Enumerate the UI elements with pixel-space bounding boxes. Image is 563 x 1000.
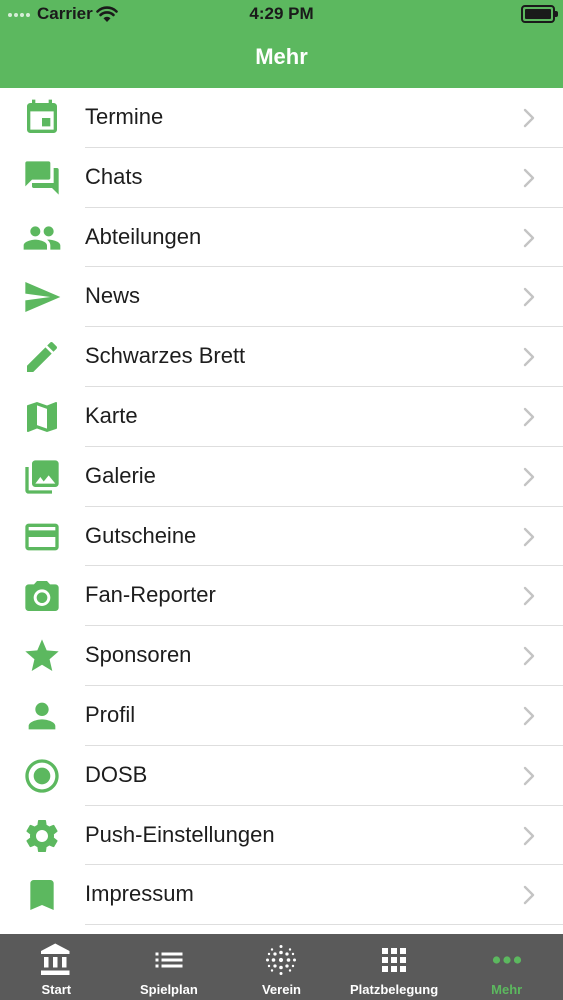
battery-icon: [521, 5, 558, 23]
menu-item-label: Termine: [85, 104, 164, 129]
calendar-icon: [22, 98, 62, 138]
tab-label: Verein: [261, 982, 301, 997]
chevron-right-icon: [523, 168, 535, 187]
target-icon: [22, 756, 62, 796]
menu-item-label: Gutscheine: [85, 522, 197, 548]
tab-label: Platzbelegung: [350, 982, 439, 997]
tab-spielplan[interactable]: Spielplan: [113, 934, 226, 1000]
grid-icon: [375, 942, 413, 978]
bank-icon: [37, 942, 75, 978]
menu-item-label: Karte: [85, 402, 138, 428]
menu-item-galerie[interactable]: Galerie: [0, 447, 563, 507]
pencil-icon: [22, 337, 62, 377]
chevron-right-icon: [523, 108, 535, 128]
chevron-right-icon: [523, 886, 535, 905]
menu-item-chats[interactable]: Chats: [0, 148, 563, 208]
menu-item-label: Push-Einstellungen: [85, 821, 275, 847]
menu-item-impressum[interactable]: Impressum: [0, 865, 563, 926]
card-icon: [22, 517, 62, 557]
gear-icon: [22, 816, 62, 856]
nav-header: Carrier 4:29 PM Mehr: [0, 0, 563, 88]
page-title: Mehr: [255, 44, 308, 69]
menu-item-push-einstellungen[interactable]: Push-Einstellungen: [0, 806, 563, 866]
bookmark-icon: [22, 875, 62, 915]
menu-item-label: Abteilungen: [85, 223, 202, 249]
gallery-icon: [22, 457, 62, 497]
menu-item-gutscheine[interactable]: Gutscheine: [0, 507, 563, 567]
menu-item-label: Sponsoren: [85, 642, 192, 668]
tab-start[interactable]: Start: [0, 934, 113, 1000]
menu-item-sponsoren[interactable]: Sponsoren: [0, 626, 563, 686]
chevron-right-icon: [523, 527, 535, 546]
menu-item-label: DOSB: [85, 761, 148, 787]
menu-item-label: Chats: [85, 163, 143, 189]
status-time: 4:29 PM: [249, 4, 314, 23]
chevron-right-icon: [523, 228, 535, 247]
chat-icon: [22, 158, 62, 198]
chevron-right-icon: [523, 646, 535, 666]
camera-icon: [22, 576, 62, 616]
map-icon: [22, 397, 62, 437]
tab-label: Spielplan: [139, 982, 198, 997]
chevron-right-icon: [523, 347, 535, 367]
tab-bar: Start Spielplan Verein Platzbelegung Meh…: [0, 934, 563, 1000]
person-icon: [22, 696, 62, 736]
chevron-right-icon: [523, 407, 535, 427]
tab-label: Start: [41, 982, 72, 997]
menu-item-schwarzes-brett[interactable]: Schwarzes Brett: [0, 327, 563, 387]
menu-item-label: Schwarzes Brett: [85, 343, 246, 369]
tab-platzbelegung[interactable]: Platzbelegung: [338, 934, 451, 1000]
menu-item-termine[interactable]: Termine: [0, 88, 563, 148]
menu-item-label: Impressum: [85, 881, 194, 907]
list-icon: [150, 942, 188, 978]
group-icon: [22, 218, 62, 258]
tab-label: Mehr: [491, 982, 523, 997]
more-icon: [488, 942, 526, 978]
menu-item-abteilungen[interactable]: Abteilungen: [0, 208, 563, 268]
divider: [85, 924, 563, 926]
menu-item-karte[interactable]: Karte: [0, 387, 563, 447]
menu-item-dosb[interactable]: DOSB: [0, 746, 563, 806]
menu-item-label: Fan-Reporter: [85, 582, 216, 608]
chevron-right-icon: [523, 467, 535, 486]
menu-item-label: Profil: [85, 701, 136, 727]
tab-verein[interactable]: Verein: [225, 934, 338, 1000]
menu-item-label: News: [85, 283, 141, 309]
tab-mehr[interactable]: Mehr: [450, 934, 563, 1000]
chevron-right-icon: [523, 288, 535, 307]
chevron-right-icon: [523, 826, 535, 845]
send-icon: [22, 277, 62, 317]
menu-item-label: Galerie: [85, 462, 156, 488]
menu-list: Termine Chats Abteilungen News Schwarzes…: [0, 88, 563, 934]
menu-item-profil[interactable]: Profil: [0, 686, 563, 746]
menu-item-fan-reporter[interactable]: Fan-Reporter: [0, 566, 563, 627]
chevron-right-icon: [523, 706, 535, 726]
chevron-right-icon: [523, 587, 535, 606]
menu-item-news[interactable]: News: [0, 267, 563, 328]
star-icon: [22, 636, 62, 676]
dots-globe-icon: [262, 942, 300, 978]
status-bar: Carrier 4:29 PM: [0, 0, 563, 30]
chevron-right-icon: [523, 766, 535, 785]
